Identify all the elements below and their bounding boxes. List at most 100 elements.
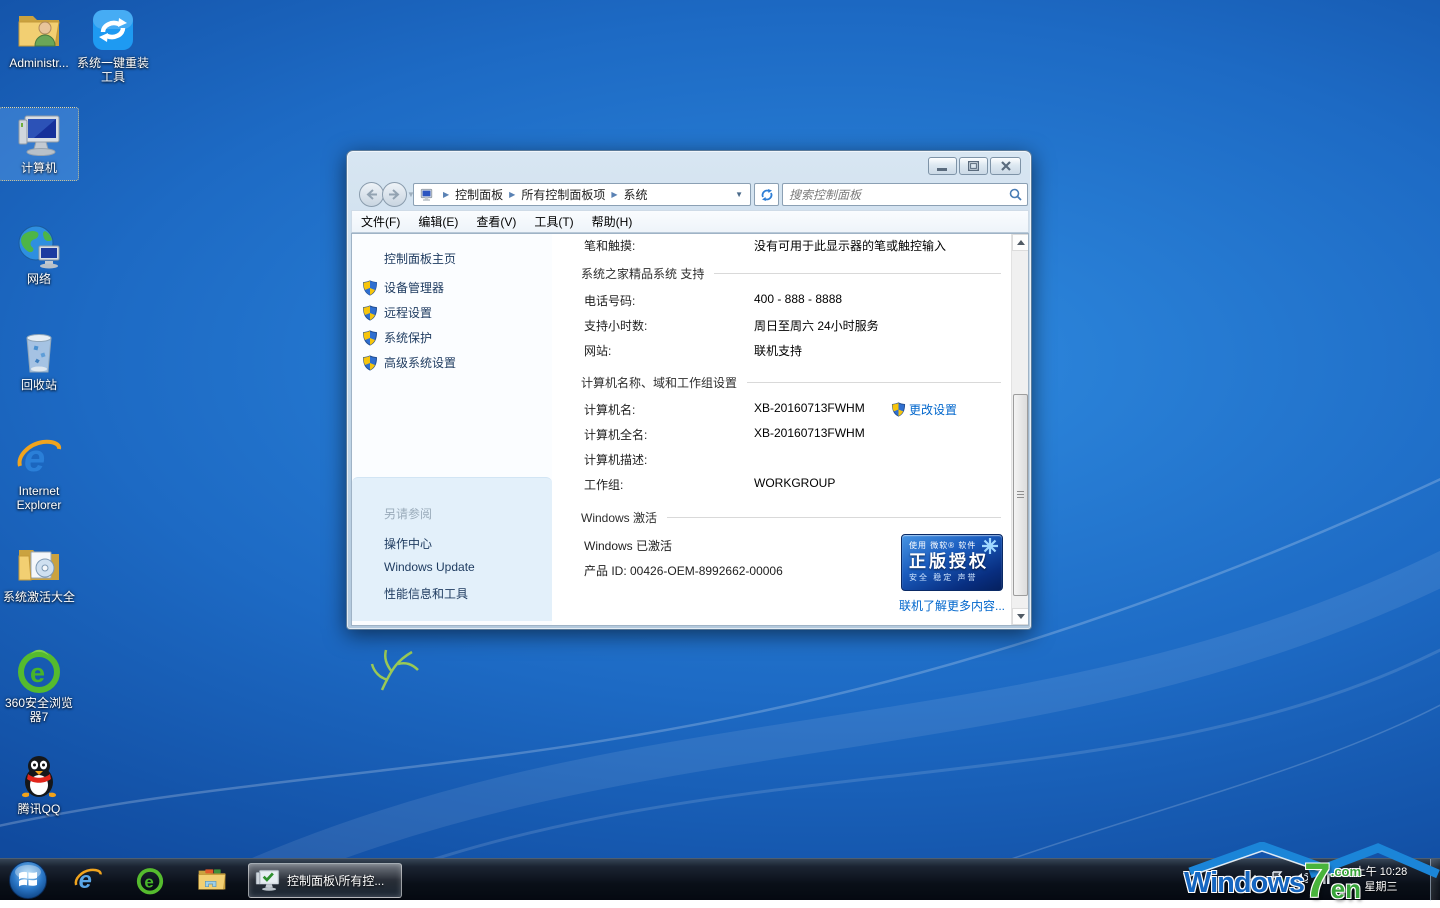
- taskbar-explorer-folder[interactable]: [196, 864, 228, 896]
- website-row: 网站: 联机支持: [558, 342, 1013, 358]
- internet-explorer-icon: e: [15, 434, 63, 482]
- taskbar-internet-explorer[interactable]: e: [72, 864, 104, 896]
- crumb-system[interactable]: 系统: [624, 186, 648, 203]
- hours-label: 支持小时数:: [584, 317, 647, 334]
- desktop-icon-tencent-qq[interactable]: 腾讯QQ: [0, 752, 78, 816]
- caption-buttons: [928, 157, 1021, 175]
- task-button-label: 控制面板\所有控...: [287, 872, 384, 889]
- sidebar-item-control-panel-home[interactable]: 控制面板主页: [384, 250, 456, 267]
- icon-label: 系统一键重装工具: [74, 56, 152, 84]
- desktop-icon-network[interactable]: 网络: [0, 222, 78, 286]
- maximize-button[interactable]: [959, 157, 988, 175]
- desktop-icon-computer[interactable]: 计算机: [0, 108, 78, 180]
- learn-more-online-link[interactable]: 联机了解更多内容...: [899, 597, 1005, 614]
- start-button[interactable]: [8, 860, 48, 900]
- folder-user-icon: [15, 6, 63, 54]
- vertical-scrollbar[interactable]: [1011, 234, 1028, 625]
- icon-label: 360安全浏览器7: [0, 696, 78, 724]
- scroll-down-button[interactable]: [1012, 608, 1029, 625]
- forward-button[interactable]: [382, 182, 407, 207]
- icon-label: 腾讯QQ: [0, 802, 78, 816]
- volume-icon[interactable]: [1294, 872, 1308, 884]
- svg-text:e: e: [30, 658, 45, 688]
- windows-start-orb-icon: [8, 860, 48, 900]
- search-input[interactable]: [783, 188, 1003, 202]
- sidebar-item-performance-tools[interactable]: 性能信息和工具: [384, 585, 468, 602]
- qq-penguin-icon: [15, 752, 63, 800]
- close-button[interactable]: [990, 157, 1021, 175]
- refresh-icon: [760, 188, 774, 202]
- 360-browser-icon: e: [135, 865, 165, 895]
- pen-touch-row: 笔和触摸: 没有可用于此显示器的笔或触控输入: [558, 237, 1013, 253]
- action-center-flag-icon[interactable]: [1270, 871, 1284, 885]
- sidebar-item-label: 远程设置: [384, 304, 432, 321]
- sidebar-item-system-protection[interactable]: 系统保护: [362, 329, 432, 346]
- crumb-all-items[interactable]: 所有控制面板项: [521, 186, 605, 203]
- wallpaper: Administr... 系统一键重装工具 计算机: [0, 0, 1440, 900]
- menu-help[interactable]: 帮助(H): [583, 213, 642, 230]
- crumb-arrow-icon: ▶: [503, 190, 521, 199]
- tray-expand-icon[interactable]: [1250, 874, 1260, 882]
- sidebar-item-label: 系统保护: [384, 329, 432, 346]
- taskbar-clock[interactable]: 上午 10:28 星期三: [1338, 865, 1424, 895]
- workgroup-value: WORKGROUP: [754, 476, 835, 490]
- activation-section-title: Windows 激活: [581, 509, 657, 526]
- badge-star-icon: [981, 537, 999, 555]
- computer-section-title: 计算机名称、域和工作组设置: [581, 374, 737, 391]
- change-settings[interactable]: 更改设置: [891, 401, 957, 418]
- crumb-arrow-icon: ▶: [605, 190, 623, 199]
- phone-label: 电话号码:: [584, 292, 635, 309]
- uac-shield-icon: [362, 330, 378, 346]
- breadcrumb: ▶ 控制面板 ▶ 所有控制面板项 ▶ 系统 ▼: [413, 183, 751, 206]
- up-arrow-icon: [1017, 240, 1025, 245]
- website-label: 网站:: [584, 342, 611, 359]
- sidebar-item-remote-settings[interactable]: 远程设置: [362, 304, 432, 321]
- desktop-icon-system-reinstall-tool[interactable]: 系统一键重装工具: [74, 6, 152, 84]
- menu-view[interactable]: 查看(V): [467, 213, 525, 230]
- search-icon[interactable]: [1003, 188, 1027, 201]
- desktop-icon-360-browser[interactable]: e 360安全浏览器7: [0, 646, 78, 724]
- sidebar-item-action-center[interactable]: 操作中心: [384, 535, 432, 552]
- crumb-control-panel[interactable]: 控制面板: [455, 186, 503, 203]
- taskbar: e e: [0, 858, 1440, 900]
- taskbar-360-browser[interactable]: e: [134, 864, 166, 896]
- system-control-panel-window: ▼ ▶ 控制面板 ▶ 所有控制面板项 ▶ 系统 ▼: [346, 150, 1032, 630]
- icon-label: 回收站: [0, 378, 78, 392]
- network-icon[interactable]: [1318, 872, 1332, 884]
- icon-label: 系统激活大全: [0, 590, 78, 604]
- show-desktop-button[interactable]: [1430, 859, 1440, 901]
- full-name-label: 计算机全名:: [584, 426, 647, 443]
- desktop-icon-system-activation[interactable]: 系统激活大全: [0, 540, 78, 604]
- network-icon: [15, 222, 63, 270]
- refresh-button[interactable]: [754, 183, 779, 206]
- activation-status: Windows 已激活: [584, 537, 672, 554]
- menu-tools[interactable]: 工具(T): [525, 213, 582, 230]
- workgroup-row: 工作组: WORKGROUP: [558, 476, 1013, 492]
- desktop-icon-recycle-bin[interactable]: 回收站: [0, 328, 78, 392]
- online-support-link[interactable]: 联机支持: [754, 342, 802, 359]
- menu-edit[interactable]: 编辑(E): [409, 213, 467, 230]
- phone-value: 400 - 888 - 8888: [754, 292, 842, 306]
- sidebar-item-device-manager[interactable]: 设备管理器: [362, 279, 444, 296]
- address-dropdown-icon[interactable]: ▼: [735, 190, 750, 199]
- activation-section-header: Windows 激活: [581, 509, 1001, 526]
- description-row: 计算机描述:: [558, 451, 1013, 467]
- taskbar-task-control-panel[interactable]: 控制面板\所有控...: [248, 863, 402, 898]
- desktop-icon-internet-explorer[interactable]: e Internet Explorer: [0, 434, 78, 512]
- desktop-icon-administrator[interactable]: Administr...: [0, 6, 78, 70]
- sidebar: 控制面板主页 设备管理器: [352, 234, 552, 625]
- sidebar-item-windows-update[interactable]: Windows Update: [384, 560, 475, 574]
- scrollbar-thumb[interactable]: [1013, 394, 1028, 596]
- sidebar-item-label: 设备管理器: [384, 279, 444, 296]
- support-section-header: 系统之家精品系统 支持: [581, 265, 1001, 282]
- minimize-button[interactable]: [928, 157, 957, 175]
- sidebar-item-advanced-system-settings[interactable]: 高级系统设置: [362, 354, 456, 371]
- menu-file[interactable]: 文件(F): [352, 213, 409, 230]
- full-name-row: 计算机全名: XB-20160713FWHM: [558, 426, 1013, 442]
- system-info-pane: 笔和触摸: 没有可用于此显示器的笔或触控输入 系统之家精品系统 支持 电话号码:…: [558, 234, 1013, 625]
- back-button[interactable]: [359, 182, 384, 207]
- computer-name-row: 计算机名: XB-20160713FWHM 更改设置: [558, 401, 1013, 417]
- scroll-up-button[interactable]: [1012, 234, 1029, 251]
- genuine-microsoft-badge[interactable]: 使用 微软® 软件 正版授权 安全 稳定 声誉: [901, 534, 1003, 591]
- change-settings-link[interactable]: 更改设置: [909, 401, 957, 418]
